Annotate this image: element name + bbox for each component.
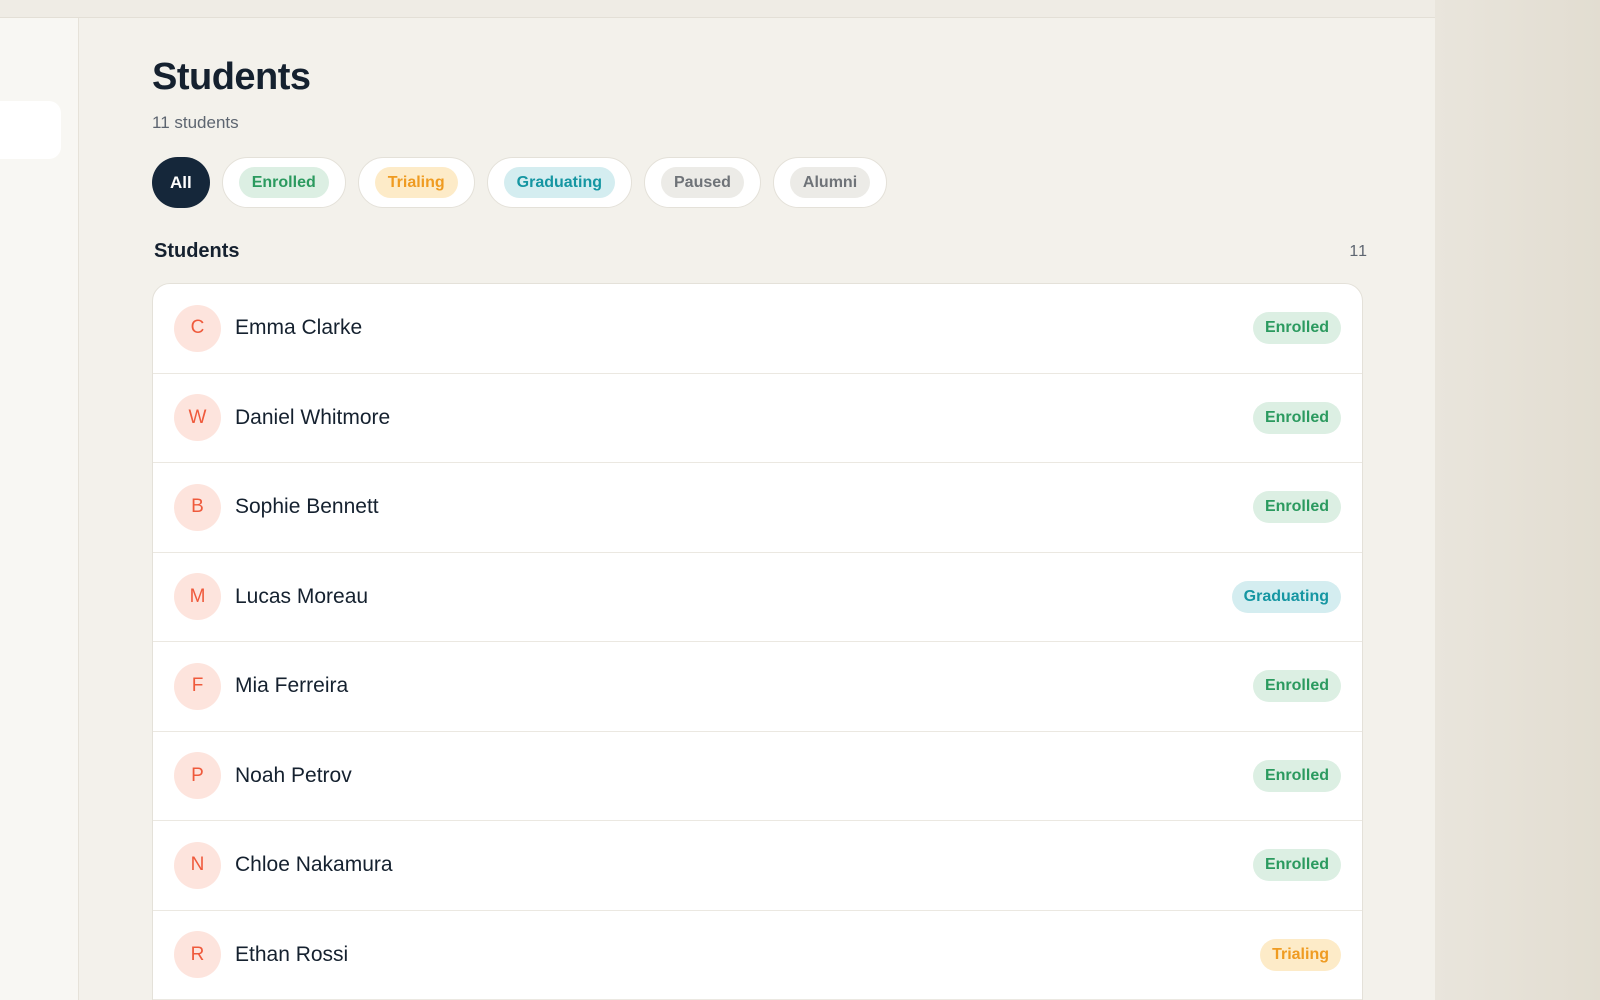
avatar: R — [174, 931, 221, 979]
filter-alumni-button[interactable]: Alumni — [772, 157, 888, 208]
student-name: Sophie Bennett — [235, 495, 379, 519]
student-name: Chloe Nakamura — [235, 853, 393, 877]
section-title: Students — [154, 240, 240, 262]
filter-trialing-button[interactable]: Trialing — [357, 157, 475, 208]
student-name: Daniel Whitmore — [235, 405, 391, 429]
filter-paused-label: Paused — [661, 167, 744, 198]
status-badge: Enrolled — [1252, 312, 1341, 345]
student-name: Ethan Rossi — [235, 942, 349, 966]
status-filter-bar: All Enrolled Trialing Graduating Paused … — [152, 157, 888, 208]
student-row[interactable]: R Ethan Rossi Trialing — [153, 911, 1362, 1000]
filter-alumni-label: Alumni — [789, 167, 871, 198]
filter-trialing-label: Trialing — [374, 167, 458, 198]
filter-all-button[interactable]: All — [152, 157, 210, 208]
student-row[interactable]: C Emma Clarke Enrolled — [153, 284, 1362, 374]
filter-all-label: All — [170, 172, 192, 192]
side-panel-backdrop — [1435, 0, 1600, 1000]
student-row[interactable]: P Noah Petrov Enrolled — [153, 732, 1362, 821]
student-name: Lucas Moreau — [235, 584, 369, 608]
filter-enrolled-label: Enrolled — [238, 167, 329, 198]
status-badge: Trialing — [1260, 938, 1341, 971]
status-badge: Enrolled — [1252, 849, 1341, 882]
student-row[interactable]: N Chloe Nakamura Enrolled — [153, 821, 1362, 911]
student-row[interactable]: W Daniel Whitmore Enrolled — [153, 374, 1362, 463]
student-name: Noah Petrov — [235, 763, 352, 787]
top-bar — [0, 0, 1435, 18]
avatar: P — [174, 752, 221, 800]
status-badge: Enrolled — [1252, 491, 1341, 524]
status-badge: Enrolled — [1252, 759, 1341, 792]
avatar: W — [174, 394, 221, 442]
student-row[interactable]: M Lucas Moreau Graduating — [153, 553, 1362, 642]
filter-graduating-label: Graduating — [503, 167, 615, 198]
filter-paused-button[interactable]: Paused — [644, 157, 761, 208]
sidebar-active-item[interactable] — [0, 101, 61, 159]
status-badge: Enrolled — [1252, 401, 1341, 434]
student-name: Emma Clarke — [235, 316, 363, 340]
avatar: M — [174, 573, 221, 621]
student-row[interactable]: F Mia Ferreira Enrolled — [153, 642, 1362, 732]
avatar: N — [174, 841, 221, 889]
status-badge: Enrolled — [1252, 670, 1341, 703]
filter-graduating-button[interactable]: Graduating — [486, 157, 632, 208]
avatar: F — [174, 662, 221, 710]
page-subtitle: 11 students — [152, 113, 239, 132]
filter-enrolled-button[interactable]: Enrolled — [221, 157, 346, 208]
status-badge: Graduating — [1231, 580, 1341, 613]
student-row[interactable]: B Sophie Bennett Enrolled — [153, 463, 1362, 553]
avatar: B — [174, 483, 221, 531]
student-list: C Emma Clarke Enrolled W Daniel Whitmore… — [152, 283, 1363, 1000]
student-name: Mia Ferreira — [235, 674, 349, 698]
avatar: C — [174, 304, 221, 352]
section-count: 11 — [1349, 243, 1368, 260]
page-title: Students — [152, 56, 311, 98]
app-window: Students 11 students All Enrolled Triali… — [0, 0, 1435, 1000]
sidebar — [0, 18, 79, 1000]
